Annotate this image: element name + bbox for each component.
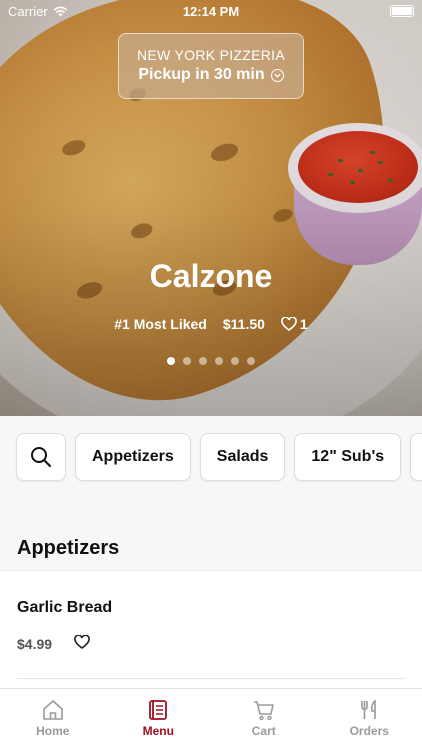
chevron-down-icon bbox=[270, 68, 284, 82]
restaurant-name: NEW YORK PIZZERIA bbox=[137, 47, 285, 63]
heart-icon[interactable] bbox=[74, 635, 90, 649]
tab-orders-label: Orders bbox=[349, 724, 389, 738]
tab-bar: Home Menu Cart Orders bbox=[0, 688, 422, 750]
page-dot[interactable] bbox=[247, 357, 255, 365]
tab-home-label: Home bbox=[36, 724, 70, 738]
carousel-page-indicator[interactable] bbox=[0, 357, 422, 365]
menu-item[interactable]: Garlic Bread $4.99 bbox=[0, 570, 422, 688]
page-dot[interactable] bbox=[231, 357, 239, 365]
page-dot[interactable] bbox=[167, 357, 175, 365]
category-appetizers[interactable]: Appetizers bbox=[75, 433, 191, 481]
tab-cart[interactable]: Cart bbox=[211, 689, 317, 750]
page-dot[interactable] bbox=[199, 357, 207, 365]
featured-rank: #1 Most Liked bbox=[114, 316, 207, 332]
battery-icon bbox=[390, 5, 414, 17]
menu-item-name: Garlic Bread bbox=[17, 599, 113, 616]
search-button[interactable] bbox=[16, 433, 66, 481]
cart-icon bbox=[253, 701, 274, 721]
tab-orders[interactable]: Orders bbox=[317, 689, 422, 750]
page-dot[interactable] bbox=[183, 357, 191, 365]
home-icon bbox=[42, 700, 63, 720]
likes-count: 1 bbox=[299, 316, 308, 332]
restaurant-pickup-chip[interactable]: NEW YORK PIZZERIA Pickup in 30 min bbox=[118, 33, 304, 99]
fork-knife-icon bbox=[361, 699, 377, 719]
status-bar: Carrier 12:14 PM bbox=[0, 0, 422, 22]
category-salads[interactable]: Salads bbox=[199, 433, 286, 481]
page-dot[interactable] bbox=[215, 357, 223, 365]
category-bar[interactable]: Appetizers Salads 12" Sub's bbox=[0, 433, 422, 483]
menu-icon bbox=[149, 700, 168, 720]
tab-menu-label: Menu bbox=[142, 724, 174, 738]
featured-item-title: Calzone bbox=[149, 258, 273, 294]
category-more[interactable] bbox=[410, 433, 422, 481]
pickup-time: Pickup in 30 min bbox=[138, 66, 265, 83]
menu-item-price: $4.99 bbox=[17, 636, 53, 652]
featured-item-meta: #1 Most Liked $11.50 1 bbox=[0, 316, 422, 332]
featured-likes[interactable]: 1 bbox=[281, 316, 308, 332]
tab-menu[interactable]: Menu bbox=[106, 689, 212, 750]
tab-home[interactable]: Home bbox=[0, 689, 106, 750]
category-subs[interactable]: 12" Sub's bbox=[294, 433, 402, 481]
featured-price: $11.50 bbox=[222, 316, 265, 332]
search-icon bbox=[31, 447, 51, 467]
section-title: Appetizers bbox=[17, 537, 120, 559]
hero-carousel[interactable]: Carrier 12:14 PM NEW YORK PIZZERIA Picku… bbox=[0, 0, 422, 416]
tab-cart-label: Cart bbox=[251, 724, 276, 738]
heart-icon bbox=[281, 317, 297, 331]
clock: 12:14 PM bbox=[182, 4, 240, 19]
